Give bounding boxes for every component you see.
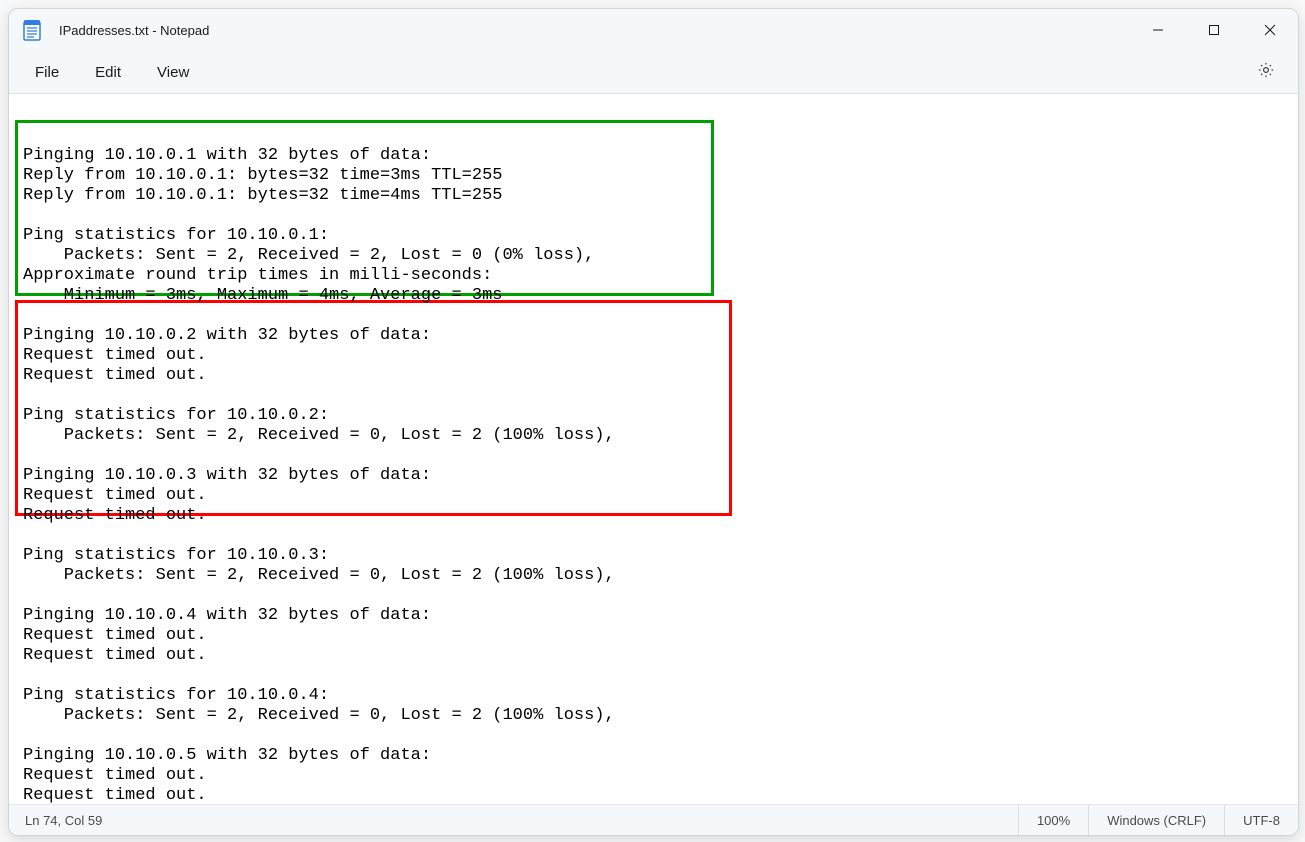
status-bar: Ln 74, Col 59 100% Windows (CRLF) UTF-8 xyxy=(9,804,1298,835)
status-cursor-position: Ln 74, Col 59 xyxy=(25,805,120,835)
gear-icon xyxy=(1257,61,1275,84)
status-encoding: UTF-8 xyxy=(1224,805,1298,835)
status-zoom[interactable]: 100% xyxy=(1018,805,1088,835)
menu-file[interactable]: File xyxy=(21,58,73,87)
notepad-icon xyxy=(23,19,41,41)
settings-button[interactable] xyxy=(1246,52,1286,92)
notepad-window: IPaddresses.txt - Notepad File Edit View xyxy=(8,8,1299,836)
text-editor-area[interactable]: Pinging 10.10.0.1 with 32 bytes of data:… xyxy=(9,93,1298,804)
maximize-button[interactable] xyxy=(1186,9,1242,51)
status-line-ending: Windows (CRLF) xyxy=(1088,805,1224,835)
document-text[interactable]: Pinging 10.10.0.1 with 32 bytes of data:… xyxy=(23,126,615,804)
minimize-button[interactable] xyxy=(1130,9,1186,51)
titlebar[interactable]: IPaddresses.txt - Notepad xyxy=(9,9,1298,51)
menu-edit[interactable]: Edit xyxy=(81,58,135,87)
close-button[interactable] xyxy=(1242,9,1298,51)
menubar: File Edit View xyxy=(9,51,1298,93)
window-title: IPaddresses.txt - Notepad xyxy=(59,23,209,38)
menu-view[interactable]: View xyxy=(143,58,203,87)
